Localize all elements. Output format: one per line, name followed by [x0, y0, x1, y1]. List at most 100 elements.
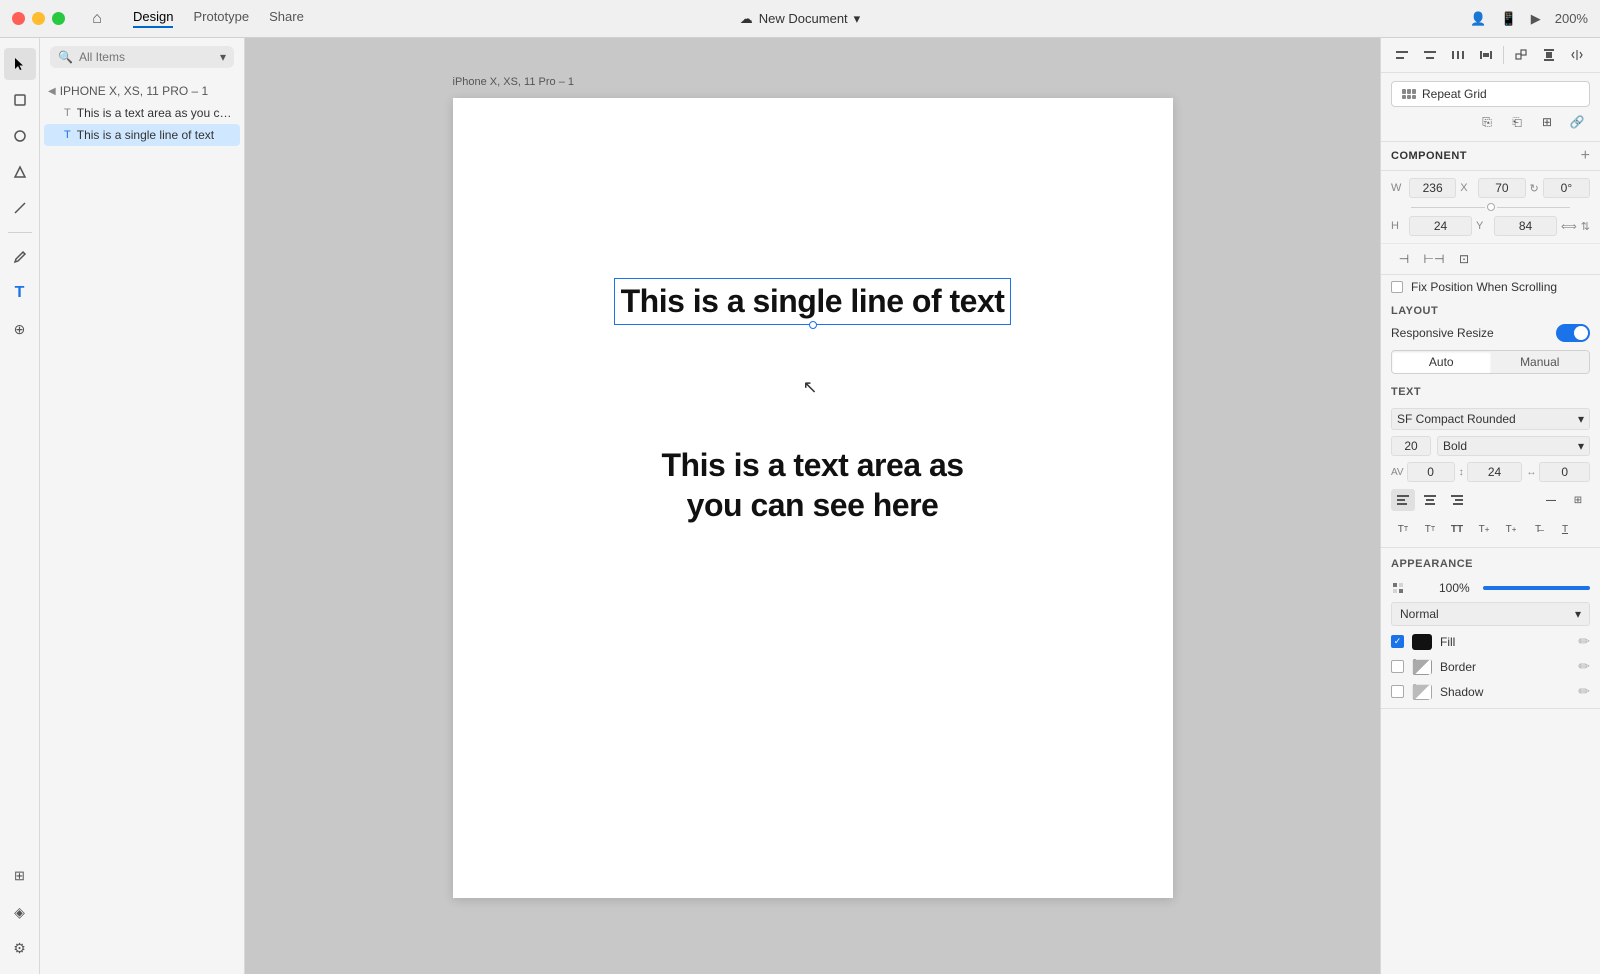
align-vert-icon[interactable] — [1536, 44, 1562, 66]
width-value[interactable]: 236 — [1409, 178, 1456, 198]
canvas-area[interactable]: iPhone X, XS, 11 Pro – 1 This is a singl… — [245, 38, 1380, 974]
align-center-panel-icon[interactable] — [1417, 44, 1443, 66]
shadow-checkbox[interactable] — [1391, 685, 1404, 698]
titlebar: ⌂ Design Prototype Share ☁ New Document … — [0, 0, 1600, 38]
link-icon[interactable]: 🔗 — [1564, 111, 1590, 133]
list-item-selected[interactable]: T This is a single line of text — [44, 124, 240, 146]
plugins-icon[interactable]: ⚙ — [4, 932, 36, 964]
play-icon[interactable]: ▶ — [1531, 11, 1541, 27]
select-tool[interactable] — [4, 48, 36, 80]
list-item[interactable]: T This is a text area as you can... — [44, 102, 240, 124]
align-dist-icon[interactable] — [1445, 44, 1471, 66]
border-edit-icon[interactable]: ✏ — [1578, 658, 1590, 675]
ellipse-tool[interactable] — [4, 120, 36, 152]
text-align-center-button[interactable] — [1418, 489, 1442, 511]
appearance-label: APPEARANCE — [1381, 552, 1600, 573]
arrange-icon[interactable] — [1508, 44, 1534, 66]
text-align-left-button[interactable] — [1391, 489, 1415, 511]
zoom-control[interactable]: 200% — [1555, 11, 1588, 26]
blend-mode-select[interactable]: Normal ▾ — [1391, 602, 1590, 626]
text-area-element[interactable]: This is a text area asyou can see here — [661, 445, 963, 525]
av-value[interactable]: 0 — [1407, 462, 1455, 482]
layers-dropdown-icon[interactable]: ▾ — [220, 50, 226, 64]
component-tool[interactable]: ⊕ — [4, 313, 36, 345]
user-icon[interactable]: 👤 — [1470, 11, 1486, 27]
layer-group-header[interactable]: ◀ IPHONE X, XS, 11 PRO – 1 — [40, 80, 244, 102]
rp-toolbar-divider — [1503, 46, 1504, 64]
document-title-area[interactable]: ☁ New Document ▾ — [740, 11, 860, 27]
fill-checkbox[interactable]: ✓ — [1391, 635, 1404, 648]
typo-strikethrough-button[interactable]: T̶ — [1526, 518, 1550, 540]
typo-superscript-button[interactable]: TT — [1391, 518, 1415, 540]
artboard[interactable]: This is a single line of text ↖ This is … — [453, 98, 1173, 898]
nav-design[interactable]: Design — [133, 9, 173, 28]
manual-button[interactable]: Manual — [1491, 351, 1590, 373]
assets-icon[interactable]: ◈ — [4, 896, 36, 928]
auto-button[interactable]: Auto — [1392, 351, 1491, 373]
border-checkbox[interactable] — [1391, 660, 1404, 673]
close-button[interactable] — [12, 12, 25, 25]
home-icon[interactable]: ⌂ — [81, 3, 113, 35]
maximize-button[interactable] — [52, 12, 65, 25]
rotate-value[interactable]: 0° — [1543, 178, 1590, 198]
fix-position-row: Fix Position When Scrolling — [1381, 275, 1600, 299]
text-transform-none-button[interactable]: — — [1539, 489, 1563, 511]
text-align-right-button[interactable] — [1445, 489, 1469, 511]
align-center-h-icon[interactable]: ⊢⊣ — [1421, 248, 1447, 270]
text-area-content: This is a text area asyou can see here — [661, 447, 963, 523]
fill-edit-icon[interactable]: ✏ — [1578, 633, 1590, 650]
repeat-grid-button[interactable]: Repeat Grid — [1391, 81, 1590, 107]
line-tool[interactable] — [4, 192, 36, 224]
paste-icon[interactable]: ⎗ — [1504, 111, 1530, 133]
align-left-panel-icon[interactable] — [1389, 44, 1415, 66]
triangle-tool[interactable] — [4, 156, 36, 188]
letter-spacing-value[interactable]: 0 — [1539, 462, 1590, 482]
font-family-select[interactable]: SF Compact Rounded ▾ — [1391, 408, 1590, 430]
text-tool[interactable]: T — [4, 277, 36, 309]
align-screen-icon[interactable]: ⊡ — [1451, 248, 1477, 270]
font-weight-select[interactable]: Bold ▾ — [1437, 436, 1590, 456]
flip-vert-icon[interactable]: ⇅ — [1581, 220, 1590, 233]
text-transform-subscript-button[interactable]: ⊞ — [1566, 489, 1590, 511]
minimize-button[interactable] — [32, 12, 45, 25]
component-add-icon[interactable]: + — [1581, 148, 1590, 164]
typo-underline-button[interactable]: T — [1553, 518, 1577, 540]
duplicate-icon[interactable]: ⊞ — [1534, 111, 1560, 133]
device-icon[interactable]: 📱 — [1501, 11, 1517, 27]
align-space-icon[interactable] — [1473, 44, 1499, 66]
font-size-value[interactable]: 20 — [1391, 436, 1431, 456]
nav-prototype[interactable]: Prototype — [193, 9, 249, 28]
layers-search[interactable]: 🔍 ▾ — [50, 46, 234, 68]
nav-share[interactable]: Share — [269, 9, 304, 28]
align-left-icon[interactable]: ⊣ — [1391, 248, 1417, 270]
line-height-value[interactable]: 24 — [1467, 462, 1523, 482]
search-input[interactable] — [79, 50, 214, 64]
typo-superscript2-button[interactable]: T+ — [1472, 518, 1496, 540]
layers-icon[interactable]: ⊞ — [4, 860, 36, 892]
flip-icon[interactable] — [1564, 44, 1590, 66]
typo-uppercase-button[interactable]: TT — [1445, 518, 1469, 540]
rectangle-tool[interactable] — [4, 84, 36, 116]
typo-subscript-button[interactable]: TT — [1418, 518, 1442, 540]
text-handle[interactable] — [809, 321, 817, 329]
fill-label: Fill — [1440, 635, 1570, 649]
pen-tool[interactable] — [4, 241, 36, 273]
text-single-line-element[interactable]: This is a single line of text — [614, 278, 1012, 325]
x-value[interactable]: 70 — [1478, 178, 1525, 198]
link-dimensions-icon[interactable] — [1487, 203, 1495, 211]
typo-cap-button[interactable]: T+ — [1499, 518, 1523, 540]
border-color-swatch[interactable] — [1412, 659, 1432, 675]
y-value[interactable]: 84 — [1494, 216, 1557, 236]
shadow-edit-icon[interactable]: ✏ — [1578, 683, 1590, 700]
rotate-icon[interactable]: ↻ — [1530, 182, 1539, 195]
flip-horiz-icon[interactable]: ⟺ — [1561, 220, 1577, 233]
copy-icon[interactable]: ⎘ — [1474, 111, 1500, 133]
fix-position-checkbox[interactable] — [1391, 281, 1403, 293]
responsive-resize-toggle[interactable] — [1556, 324, 1590, 342]
shadow-color-swatch[interactable] — [1412, 684, 1432, 700]
opacity-slider[interactable] — [1483, 586, 1590, 590]
fill-color-swatch[interactable] — [1412, 634, 1432, 650]
search-icon: 🔍 — [58, 50, 73, 64]
height-value[interactable]: 24 — [1409, 216, 1472, 236]
opacity-value[interactable]: 100% — [1439, 581, 1475, 595]
